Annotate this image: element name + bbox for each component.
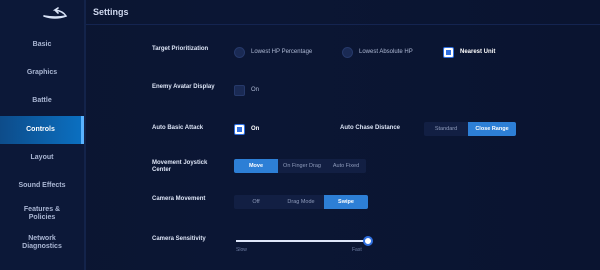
sidebar-item-controls[interactable]: Controls: [0, 116, 84, 144]
back-button[interactable]: [40, 6, 70, 20]
sidebar-item-label: Graphics: [26, 69, 58, 76]
sidebar-divider: [84, 0, 86, 270]
sidebar-item-features-policies[interactable]: Features & Policies: [0, 201, 84, 227]
sidebar-item-sound-effects[interactable]: Sound Effects: [0, 173, 84, 199]
camera-swipe-option[interactable]: Swipe: [324, 195, 368, 209]
camera-sensitivity-slider[interactable]: [236, 236, 373, 246]
header-divider: [86, 24, 600, 25]
camera-sensitivity-label: Camera Sensitivity: [152, 236, 206, 242]
camera-off-option[interactable]: Off: [234, 195, 278, 209]
sidebar-item-label: Basic: [32, 41, 52, 48]
radio-button[interactable]: [342, 46, 353, 58]
slider-fill: [236, 240, 368, 242]
joystick-move-option[interactable]: Move: [234, 159, 278, 173]
camera-drag-mode-option[interactable]: Drag Mode: [278, 195, 324, 209]
sidebar-item-battle[interactable]: Battle: [0, 88, 84, 114]
option-lowest-absolute-hp[interactable]: Lowest Absolute HP: [342, 46, 413, 58]
sidebar-item-label: Controls: [26, 126, 55, 133]
chase-standard-option[interactable]: Standard: [424, 122, 468, 136]
slider-max-label: Fast: [352, 247, 362, 253]
sidebar-item-network-diagnostics[interactable]: Network Diagnostics: [0, 230, 84, 256]
slider-min-label: Slow: [236, 247, 247, 253]
target-prioritization-label: Target Prioritization: [152, 46, 209, 52]
sidebar-item-graphics[interactable]: Graphics: [0, 60, 84, 86]
back-arrow-icon: [43, 7, 68, 19]
joystick-center-selector: Move On Finger Drag Auto Fixed: [234, 159, 366, 173]
option-nearest-unit[interactable]: Nearest Unit: [443, 46, 495, 58]
option-label: Lowest HP Percentage: [251, 49, 313, 55]
checkbox-checked[interactable]: [234, 123, 245, 135]
enemy-avatar-display-label: Enemy Avatar Display: [152, 84, 215, 90]
option-label: Lowest Absolute HP: [359, 49, 413, 55]
joystick-auto-fixed-option[interactable]: Auto Fixed: [326, 159, 366, 173]
camera-movement-label: Camera Movement: [152, 196, 206, 202]
sidebar-item-basic[interactable]: Basic: [0, 32, 84, 58]
sidebar-item-layout[interactable]: Layout: [0, 145, 84, 171]
auto-basic-attack-toggle[interactable]: On: [234, 123, 259, 135]
camera-movement-selector: Off Drag Mode Swipe: [234, 195, 368, 209]
radio-button[interactable]: [234, 46, 245, 58]
enemy-avatar-toggle[interactable]: On: [234, 84, 259, 96]
movement-joystick-center-label: Movement Joystick Center: [152, 160, 208, 173]
sidebar-item-label: Network Diagnostics: [22, 235, 62, 250]
sidebar: Basic Graphics Battle Controls Layout So…: [0, 0, 84, 270]
sidebar-item-label: Sound Effects: [18, 182, 66, 189]
option-label: On: [251, 126, 260, 132]
sidebar-item-label: Features & Policies: [23, 206, 61, 221]
sidebar-item-label: Battle: [32, 97, 52, 104]
checkbox[interactable]: [234, 84, 245, 96]
chase-close-range-option[interactable]: Close Range: [468, 122, 516, 136]
option-lowest-hp-percentage[interactable]: Lowest HP Percentage: [234, 46, 312, 58]
sidebar-item-label: Layout: [30, 154, 54, 161]
option-label: On: [251, 87, 260, 93]
page-title: Settings: [93, 7, 129, 17]
settings-screen: Basic Graphics Battle Controls Layout So…: [0, 0, 600, 270]
auto-basic-attack-label: Auto Basic Attack: [152, 125, 204, 131]
auto-chase-distance-selector: Standard Close Range: [424, 122, 516, 136]
radio-button-selected[interactable]: [443, 46, 454, 58]
joystick-finger-drag-option[interactable]: On Finger Drag: [278, 159, 326, 173]
auto-chase-distance-label: Auto Chase Distance: [340, 125, 401, 131]
slider-thumb[interactable]: [363, 236, 373, 246]
option-label: Nearest Unit: [460, 49, 496, 55]
